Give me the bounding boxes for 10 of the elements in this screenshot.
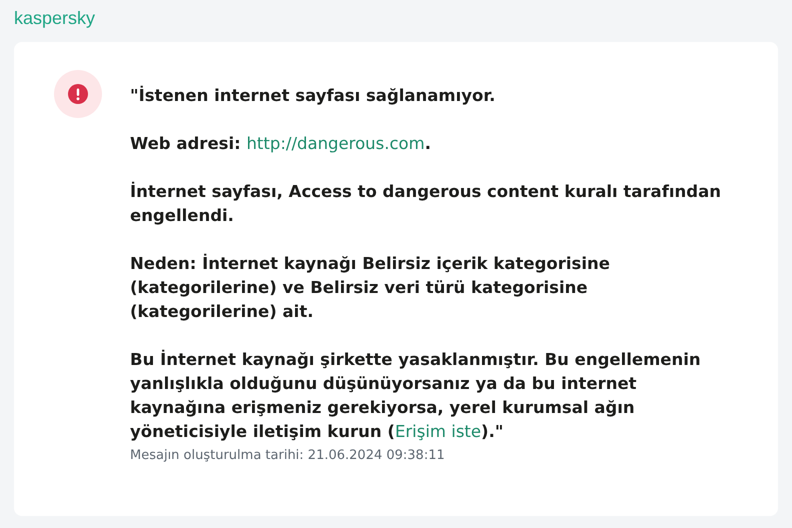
warning-icon [54, 70, 102, 118]
message-paragraph: İnternet sayfası, Access to dangerous content kuralı tarafından engellendi. [130, 180, 722, 227]
logo: kaspersky [14, 7, 96, 30]
message-paragraph: "İstenen internet sayfası sağlanamıyor. [130, 84, 496, 107]
message-paragraph: Neden: İnternet kaynağı Belirsiz içerik kategorisine (kategorilerine) ve Belirsiz veri türü kategorisine (kategorilerine) ait. [130, 252, 611, 323]
timestamp: Mesajın oluşturulma tarihi: 21.06.2024 09:38:11 [130, 448, 446, 463]
link[interactable]: Erişim iste [394, 422, 482, 441]
message-paragraph: Bu İnternet kaynağı şirkette yasaklanmıştır. Bu engellemenin yanlışlıkla olduğunu düşünüyorsanız ya da bu internet kaynağına erişmeniz gerekiyorsa, yerel kurumsal ağın yöneticisiyle iletişim kurun (Erişim iste)." [130, 348, 702, 443]
link[interactable]: http://dangerous.com [246, 134, 425, 153]
message-paragraph: Web adresi: http://dangerous.com. [130, 133, 432, 155]
